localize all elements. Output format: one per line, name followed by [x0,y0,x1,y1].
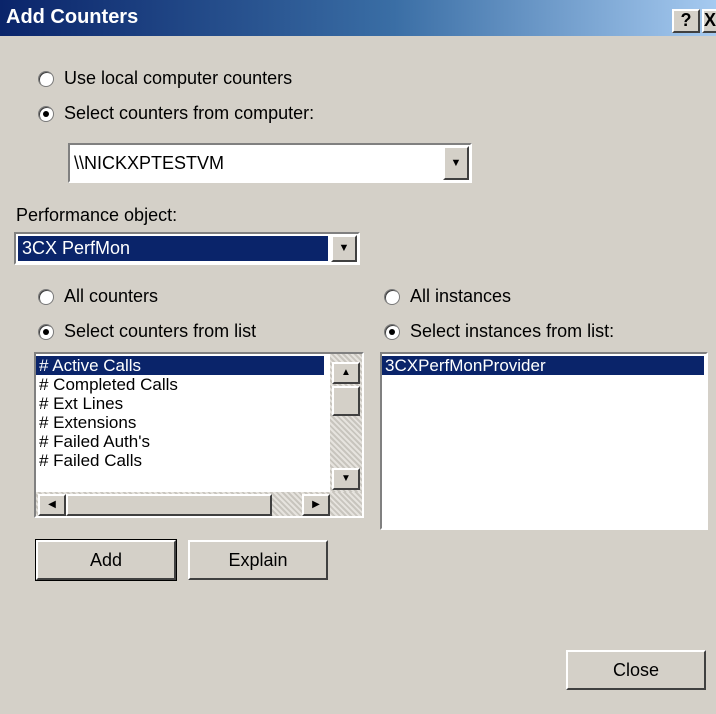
scroll-left-icon[interactable]: ◀ [38,494,66,516]
computer-combo[interactable]: \\NICKXPTESTVM ▼ [68,143,472,183]
select-computer-label: Select counters from computer: [64,103,315,123]
counter-item[interactable]: # Ext Lines [36,394,324,413]
radio-circle-selected [38,323,54,340]
add-counters-dialog: Add Counters ? X Use local computer coun… [0,0,716,714]
horizontal-scroll-thumb[interactable] [66,494,272,516]
select-computer-radio[interactable]: Select counters from computer: [38,103,314,124]
instances-listbox[interactable]: 3CXPerfMonProvider [380,352,708,530]
performance-object-label: Performance object: [16,205,178,225]
counter-item[interactable]: # Failed Auth's [36,432,324,451]
use-local-label: Use local computer counters [64,68,293,88]
computer-value: \\NICKXPTESTVM [74,153,225,173]
select-counters-radio[interactable]: Select counters from list [38,321,256,342]
counter-item[interactable]: # Extensions [36,413,324,432]
counter-item[interactable]: # Active Calls [36,356,324,375]
performance-object-combo[interactable]: 3CX PerfMon ▼ [14,232,360,265]
all-counters-radio[interactable]: All counters [38,286,158,307]
select-instances-radio[interactable]: Select instances from list: [384,321,614,342]
vertical-scroll-thumb[interactable] [332,386,360,416]
use-local-radio[interactable]: Use local computer counters [38,68,292,89]
instance-item[interactable]: 3CXPerfMonProvider [382,356,704,375]
close-window-button[interactable]: X [702,9,716,33]
scroll-up-icon[interactable]: ▲ [332,362,360,384]
counter-item[interactable]: # Failed Calls [36,451,324,470]
all-counters-label: All counters [64,286,159,306]
counters-listbox[interactable]: # Active Calls # Completed Calls # Ext L… [34,352,364,518]
all-instances-label: All instances [410,286,512,306]
radio-circle-selected [38,105,54,122]
help-button[interactable]: ? [672,9,700,33]
window-title: Add Counters [6,6,139,28]
select-instances-label: Select instances from list: [410,321,615,341]
select-counters-label: Select counters from list [64,321,257,341]
explain-button[interactable]: Explain [188,540,328,580]
scroll-right-icon[interactable]: ▶ [302,494,330,516]
dropdown-arrow-icon[interactable]: ▼ [443,146,469,180]
all-instances-radio[interactable]: All instances [384,286,511,307]
add-button[interactable]: Add [35,539,177,581]
radio-circle [38,70,54,87]
radio-circle-selected [384,323,400,340]
radio-circle [38,288,54,305]
dropdown-arrow-icon[interactable]: ▼ [331,235,357,262]
scroll-down-icon[interactable]: ▼ [332,468,360,490]
close-button[interactable]: Close [566,650,706,690]
radio-circle [384,288,400,305]
counter-item[interactable]: # Completed Calls [36,375,324,394]
title-bar[interactable]: Add Counters ? X [0,0,716,36]
performance-object-value: 3CX PerfMon [18,236,328,261]
